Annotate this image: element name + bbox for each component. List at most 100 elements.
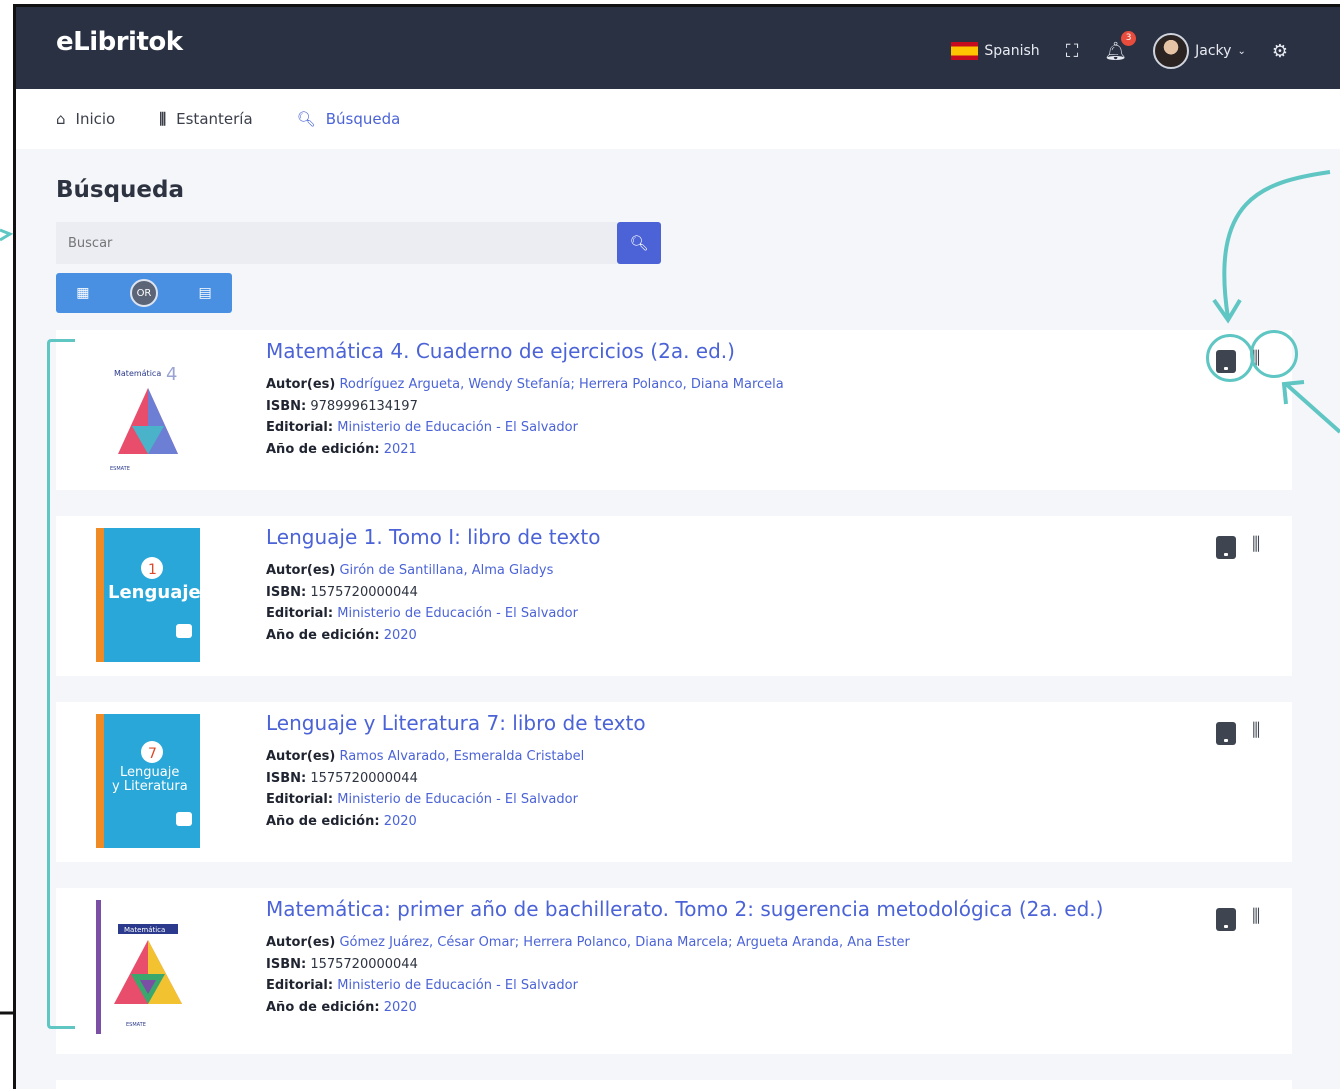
book-title-link[interactable]: Matemática 4. Cuaderno de ejercicios (2a…	[266, 338, 1182, 364]
publisher-value[interactable]: Ministerio de Educación - El Salvador	[337, 792, 578, 807]
publisher-line: Editorial: Ministerio de Educación - El …	[266, 789, 1182, 811]
author-label: Autor(es)	[266, 377, 336, 392]
card-actions: ⫼	[1192, 534, 1292, 562]
svg-text:1: 1	[148, 562, 157, 578]
author-value[interactable]: Rodríguez Argueta, Wendy Stefanía; Herre…	[339, 377, 783, 392]
book-cover-image: 1 Lenguaje	[96, 528, 200, 662]
user-menu[interactable]: Jacky ⌄	[1153, 33, 1246, 69]
isbn-label: ISBN:	[266, 584, 307, 600]
publisher-label: Editorial:	[266, 978, 334, 993]
publisher-label: Editorial:	[266, 420, 334, 435]
nav-item-inicio[interactable]: ⌂ Inicio	[56, 110, 115, 128]
publisher-label: Editorial:	[266, 606, 334, 621]
isbn-label: ISBN:	[266, 956, 307, 972]
card-actions: ⫼	[1192, 720, 1292, 748]
list-item[interactable]: 1 Lenguaje Lenguaje 1. Tomo I: libro de …	[56, 516, 1292, 676]
add-to-shelf-icon[interactable]: ⫼	[1252, 720, 1260, 741]
year-value[interactable]: 2020	[384, 1000, 417, 1015]
publisher-value[interactable]: Ministerio de Educación - El Salvador	[337, 978, 578, 993]
nav-item-estanteria[interactable]: ⫼ Estantería	[159, 110, 252, 128]
year-value[interactable]: 2021	[384, 442, 417, 457]
nav-item-label: Estantería	[176, 110, 253, 128]
add-to-shelf-icon[interactable]: ⫼	[1252, 906, 1260, 927]
language-label: Spanish	[984, 43, 1040, 59]
search-bar: 🔍︎	[56, 222, 661, 264]
year-label: Año de edición:	[266, 999, 380, 1015]
publisher-line: Editorial: Ministerio de Educación - El …	[266, 975, 1182, 997]
read-online-tablet-icon[interactable]	[1216, 536, 1236, 559]
author-label: Autor(es)	[266, 935, 336, 950]
author-value[interactable]: Girón de Santillana, Alma Gladys	[339, 563, 553, 578]
username-label: Jacky	[1195, 43, 1232, 59]
book-title-link[interactable]: Matemática: primer año de bachillerato. …	[266, 896, 1182, 922]
book-info: Lenguaje 1. Tomo I: libro de texto Autor…	[266, 524, 1182, 646]
top-bar-actions: Spanish ⛶ 🔔︎ 3 Jacky ⌄ ⚙	[951, 30, 1288, 69]
read-online-tablet-icon[interactable]	[1216, 908, 1236, 931]
author-line: Autor(es) Ramos Alvarado, Esmeralda Cris…	[266, 746, 1182, 768]
publisher-value[interactable]: Ministerio de Educación - El Salvador	[337, 420, 578, 435]
publisher-value[interactable]: Ministerio de Educación - El Salvador	[337, 606, 578, 621]
chevron-down-icon: ⌄	[1237, 45, 1246, 57]
notifications-bell-icon[interactable]: 🔔︎ 3	[1104, 30, 1137, 62]
list-icon[interactable]: ▤	[198, 285, 211, 301]
home-icon: ⌂	[56, 110, 66, 128]
search-input[interactable]	[56, 222, 617, 264]
publisher-line: Editorial: Ministerio de Educación - El …	[266, 603, 1182, 625]
book-title-link[interactable]: Lenguaje y Literatura 7: libro de texto	[266, 710, 1182, 736]
author-line: Autor(es) Girón de Santillana, Alma Glad…	[266, 560, 1182, 582]
app-logo[interactable]: eLibritok	[56, 27, 183, 57]
gear-icon[interactable]: ⚙	[1272, 41, 1288, 62]
list-item[interactable]: 7 Lenguaje y Literatura Lenguaje y Liter…	[56, 702, 1292, 862]
book-title-link[interactable]: Lenguaje 1. Tomo I: libro de texto	[266, 524, 1182, 550]
isbn-line: ISBN: 1575720000044	[266, 954, 1182, 976]
year-value[interactable]: 2020	[384, 814, 417, 829]
avatar	[1153, 33, 1190, 69]
read-online-tablet-icon[interactable]	[1216, 722, 1236, 745]
list-item[interactable]: Matemática ESMATE Matemática: primer año…	[56, 888, 1292, 1054]
app-window: eLibritok Spanish ⛶ 🔔︎ 3 Jacky ⌄ ⚙ ⌂ Inic…	[13, 4, 1340, 1089]
list-item[interactable]: Matemática 4 ESMATE Matemática 4. Cuader…	[56, 330, 1292, 490]
nav-item-label: Búsqueda	[325, 110, 401, 128]
author-line: Autor(es) Gómez Juárez, César Omar; Herr…	[266, 932, 1182, 954]
svg-text:ESMATE: ESMATE	[110, 466, 130, 472]
isbn-line: ISBN: 1575720000044	[266, 582, 1182, 604]
year-line: Año de edición: 2020	[266, 811, 1182, 833]
add-to-shelf-icon[interactable]: ⫼	[1252, 534, 1260, 555]
svg-text:7: 7	[148, 746, 157, 762]
shelf-highlight-annotation	[1250, 330, 1298, 378]
nav-item-label: Inicio	[75, 110, 116, 128]
year-label: Año de edición:	[266, 813, 380, 829]
list-item[interactable]	[56, 1080, 1292, 1089]
isbn-line: ISBN: 1575720000044	[266, 768, 1182, 790]
author-label: Autor(es)	[266, 563, 336, 578]
svg-text:Lenguaje: Lenguaje	[108, 582, 200, 603]
grid-icon[interactable]: ▦	[76, 285, 89, 301]
search-icon: 🔍︎	[629, 234, 649, 252]
book-info: Lenguaje y Literatura 7: libro de texto …	[266, 710, 1182, 832]
or-separator: OR	[129, 279, 158, 307]
author-value[interactable]: Gómez Juárez, César Omar; Herrera Polanc…	[339, 935, 909, 950]
author-value[interactable]: Ramos Alvarado, Esmeralda Cristabel	[339, 749, 584, 764]
svg-text:4: 4	[166, 364, 177, 385]
svg-text:y Literatura: y Literatura	[112, 779, 188, 794]
book-cover-image: Matemática ESMATE	[96, 900, 200, 1034]
year-value[interactable]: 2020	[384, 628, 417, 643]
nav-item-busqueda[interactable]: 🔍︎ Búsqueda	[297, 110, 401, 128]
view-toggle: ▦ OR ▤	[56, 273, 232, 313]
isbn-value: 1575720000044	[310, 770, 418, 786]
year-label: Año de edición:	[266, 441, 380, 457]
year-line: Año de edición: 2021	[266, 439, 1182, 461]
language-selector[interactable]: Spanish	[951, 42, 1040, 60]
svg-text:Matemática: Matemática	[124, 926, 165, 934]
results-bracket-annotation	[47, 339, 75, 1029]
search-icon: 🔍︎	[296, 110, 316, 128]
year-line: Año de edición: 2020	[266, 625, 1182, 647]
search-button[interactable]: 🔍︎	[617, 222, 661, 264]
book-cover-image: 7 Lenguaje y Literatura	[96, 714, 200, 848]
isbn-label: ISBN:	[266, 770, 307, 786]
isbn-value: 1575720000044	[310, 584, 418, 600]
main-nav: ⌂ Inicio ⫼ Estantería 🔍︎ Búsqueda	[16, 89, 1340, 149]
isbn-line: ISBN: 9789996134197	[266, 396, 1182, 418]
year-line: Año de edición: 2020	[266, 997, 1182, 1019]
fullscreen-icon[interactable]: ⛶	[1066, 41, 1079, 62]
